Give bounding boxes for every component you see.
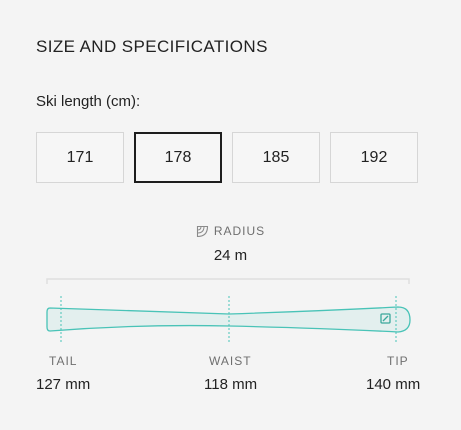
waist-value: 118 mm (204, 376, 258, 393)
tail-value: 127 mm (36, 376, 91, 393)
size-option-171[interactable]: 171 (36, 132, 124, 183)
radius-bracket (46, 278, 410, 284)
size-option-192[interactable]: 192 (330, 132, 418, 183)
tip-label: TIP (387, 354, 409, 368)
size-option-185[interactable]: 185 (232, 132, 320, 183)
radius-value: 24 m (213, 247, 248, 264)
tip-value: 140 mm (366, 376, 421, 393)
ski-length-label: Ski length (cm): (36, 93, 141, 110)
size-option-178[interactable]: 178 (134, 132, 222, 183)
waist-label: WAIST (209, 354, 252, 368)
tail-label: TAIL (49, 354, 78, 368)
radius-icon (196, 225, 208, 237)
ski-diagram (46, 278, 411, 342)
section-title: SIZE AND SPECIFICATIONS (36, 37, 268, 56)
radius-label: RADIUS (213, 224, 266, 238)
radius-header: RADIUS (0, 224, 461, 238)
ski-length-options: 171 178 185 192 (36, 132, 418, 183)
